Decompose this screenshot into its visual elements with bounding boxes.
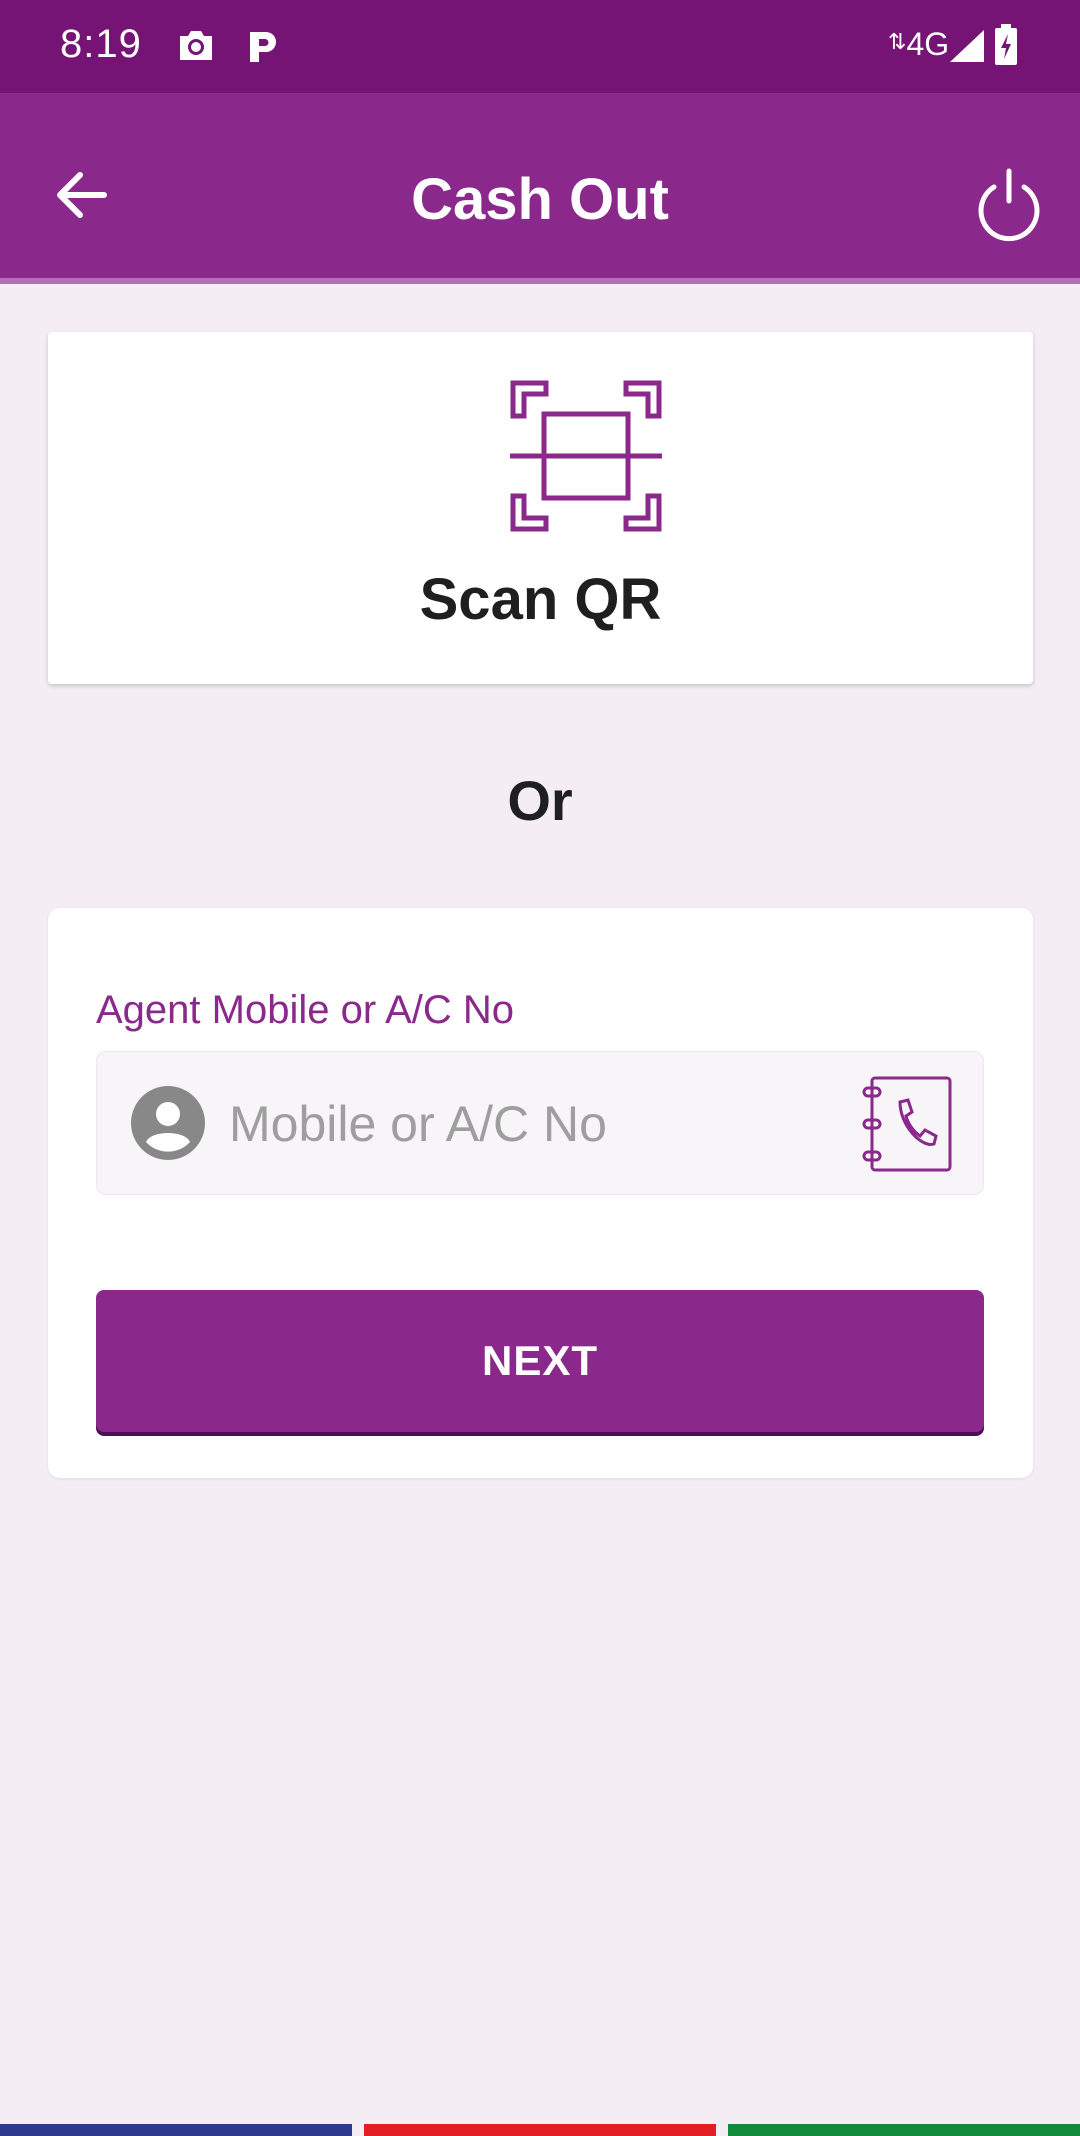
page-title: Cash Out	[411, 167, 669, 232]
next-button[interactable]: NEXT	[96, 1290, 984, 1432]
flag-stripe-green	[728, 2124, 1080, 2136]
scan-qr-card[interactable]: Scan QR	[48, 332, 1033, 684]
signal-icon	[948, 28, 986, 69]
power-icon	[978, 168, 1040, 242]
parking-p-icon	[246, 28, 280, 71]
agent-number-input[interactable]	[229, 1086, 829, 1162]
camera-icon	[176, 28, 216, 69]
person-circle-icon	[131, 1086, 205, 1165]
qr-scan-icon	[510, 380, 662, 537]
status-bar: 8:19 ⇅4G	[0, 0, 1080, 93]
app-bar: Cash Out	[0, 93, 1080, 284]
flag-stripe-red	[364, 2124, 716, 2136]
agent-field-box[interactable]	[96, 1051, 984, 1195]
network-type: ⇅4G	[888, 26, 949, 63]
status-time: 8:19	[60, 22, 142, 66]
network-label: 4G	[906, 26, 950, 62]
agent-form-card: Agent Mobile or A/C No NEXT	[48, 908, 1033, 1478]
contact-book-icon[interactable]	[862, 1074, 954, 1179]
battery-charging-icon	[994, 24, 1018, 71]
power-button[interactable]	[974, 163, 1044, 243]
or-divider: Or	[507, 769, 573, 832]
flag-stripe-blue	[0, 2124, 352, 2136]
agent-field-label: Agent Mobile or A/C No	[96, 988, 514, 1032]
scan-qr-label: Scan QR	[419, 567, 662, 632]
data-arrows-icon: ⇅	[888, 29, 907, 54]
